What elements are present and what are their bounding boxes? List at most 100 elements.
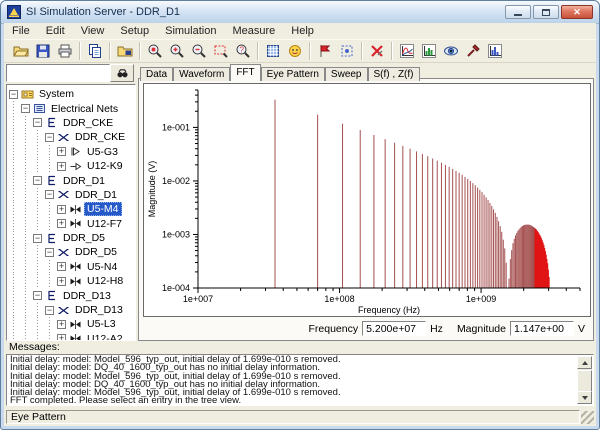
tree-item-u5-n4[interactable]: + U5-N4	[7, 260, 135, 274]
menu-help[interactable]: Help	[283, 23, 322, 39]
tree-item-label[interactable]: U12-H8	[84, 274, 126, 288]
menu-setup[interactable]: Setup	[112, 23, 157, 39]
tree-item-label[interactable]: U5-L3	[84, 317, 119, 331]
tree-item-u5-l3[interactable]: + U5-L3	[7, 317, 135, 331]
tree-item-label[interactable]: U5-G3	[84, 145, 121, 159]
collapse-toggle[interactable]: −	[45, 190, 54, 199]
abort-button[interactable]	[366, 40, 388, 62]
copy-button[interactable]	[84, 40, 106, 62]
print-button[interactable]	[54, 40, 76, 62]
collapse-toggle[interactable]: −	[33, 234, 42, 243]
board-button[interactable]	[262, 40, 284, 62]
tree-item-label[interactable]: DDR_CKE	[72, 130, 128, 144]
tree-item-u5-g3[interactable]: + U5-G3	[7, 145, 135, 159]
zoom-in-button[interactable]	[166, 40, 188, 62]
zoom-out-button[interactable]	[188, 40, 210, 62]
minimize-button[interactable]	[505, 5, 531, 19]
tab-waveform[interactable]: Waveform	[173, 67, 230, 81]
messages-scrollbar[interactable]	[577, 356, 592, 404]
title-bar[interactable]: SI Simulation Server - DDR_D1 ✕	[1, 1, 599, 24]
messages-box[interactable]: Initial delay: model: Model_596_typ_out,…	[6, 354, 594, 406]
collapse-toggle[interactable]: −	[45, 133, 54, 142]
tree-item-label[interactable]: U5-M4	[84, 202, 122, 216]
tree-item-label[interactable]: DDR_CKE	[60, 116, 116, 130]
eye-diagram-button[interactable]	[440, 40, 462, 62]
collapse-toggle[interactable]: −	[45, 248, 54, 257]
find-button[interactable]	[110, 64, 134, 82]
expand-toggle[interactable]: +	[57, 162, 66, 171]
tab-eye-pattern[interactable]: Eye Pattern	[261, 67, 325, 81]
tree-item-label[interactable]: U12-K9	[84, 159, 126, 173]
tab-s-f-z-f[interactable]: S(f) , Z(f)	[368, 67, 420, 81]
tree-item-system[interactable]: − System	[7, 87, 135, 101]
menu-measure[interactable]: Measure	[224, 23, 283, 39]
iterate-button[interactable]	[336, 40, 358, 62]
tree-item-ddr-d1[interactable]: − DDR_D1	[7, 173, 135, 187]
zoom-reset-button[interactable]	[144, 40, 166, 62]
export-button[interactable]	[114, 40, 136, 62]
expand-toggle[interactable]: +	[57, 262, 66, 271]
open-button[interactable]	[10, 40, 32, 62]
menu-view[interactable]: View	[73, 23, 113, 39]
expand-toggle[interactable]: +	[57, 219, 66, 228]
tree-item-ddr-d1[interactable]: − DDR_D1	[7, 188, 135, 202]
tree-item-ddr-d13[interactable]: − DDR_D13	[7, 303, 135, 317]
tree-item-label[interactable]: Electrical Nets	[48, 102, 121, 116]
probe-button[interactable]	[462, 40, 484, 62]
tree-item-u12-f7[interactable]: + U12-F7	[7, 217, 135, 231]
tree-item-label[interactable]: System	[36, 87, 77, 101]
expand-toggle[interactable]: +	[57, 205, 66, 214]
search-input[interactable]	[6, 64, 110, 82]
tree-item-label[interactable]: U12-F7	[84, 217, 125, 231]
tree-item-label[interactable]: U12-A2	[84, 332, 126, 341]
waveform-button[interactable]	[396, 40, 418, 62]
tree-item-electrical-nets[interactable]: − Electrical Nets	[7, 101, 135, 115]
expand-toggle[interactable]: +	[57, 334, 66, 341]
options-button[interactable]	[284, 40, 306, 62]
tree-item-ddr-d5[interactable]: − DDR_D5	[7, 245, 135, 259]
run-button[interactable]	[314, 40, 336, 62]
tree-item-u5-m4[interactable]: + U5-M4	[7, 202, 135, 216]
save-button[interactable]	[32, 40, 54, 62]
tree-item-u12-h8[interactable]: + U12-H8	[7, 274, 135, 288]
tree-item-u12-k9[interactable]: + U12-K9	[7, 159, 135, 173]
close-button[interactable]: ✕	[561, 5, 593, 19]
tree-item-label[interactable]: DDR_D5	[60, 231, 108, 245]
expand-toggle[interactable]: +	[57, 147, 66, 156]
tree-item-u12-a2[interactable]: + U12-A2	[7, 332, 135, 341]
collapse-toggle[interactable]: −	[33, 176, 42, 185]
scroll-down-button[interactable]	[577, 391, 592, 404]
menu-simulation[interactable]: Simulation	[157, 23, 224, 39]
chart-panel[interactable]: 1e+0071e+0081e+0091e-0011e-0021e-0031e-0…	[143, 83, 591, 317]
tree-item-label[interactable]: U5-N4	[84, 260, 120, 274]
tree-item-label[interactable]: DDR_D1	[60, 174, 108, 188]
collapse-toggle[interactable]: −	[33, 291, 42, 300]
copy-icon	[87, 43, 103, 59]
collapse-toggle[interactable]: −	[9, 90, 18, 99]
tree-item-label[interactable]: DDR_D5	[72, 245, 120, 259]
tree-item-ddr-cke[interactable]: − DDR_CKE	[7, 130, 135, 144]
tree-item-label[interactable]: DDR_D13	[60, 289, 114, 303]
results-button[interactable]	[484, 40, 506, 62]
tree-item-ddr-d13[interactable]: − DDR_D13	[7, 288, 135, 302]
collapse-toggle[interactable]: −	[21, 104, 30, 113]
scroll-up-button[interactable]	[577, 356, 592, 369]
tree-item-ddr-cke[interactable]: − DDR_CKE	[7, 116, 135, 130]
tab-data[interactable]: Data	[140, 67, 173, 81]
tab-sweep[interactable]: Sweep	[325, 67, 368, 81]
expand-toggle[interactable]: +	[57, 320, 66, 329]
zoom-window-button[interactable]	[210, 40, 232, 62]
resize-grip[interactable]	[581, 411, 594, 424]
maximize-button[interactable]	[533, 5, 559, 19]
tab-fft[interactable]: FFT	[230, 64, 260, 81]
expand-toggle[interactable]: +	[57, 277, 66, 286]
tree-item-ddr-d5[interactable]: − DDR_D5	[7, 231, 135, 245]
collapse-toggle[interactable]: −	[33, 118, 42, 127]
collapse-toggle[interactable]: −	[45, 306, 54, 315]
tree-item-label[interactable]: DDR_D1	[72, 188, 120, 202]
tree-item-label[interactable]: DDR_D13	[72, 303, 126, 317]
menu-file[interactable]: File	[4, 23, 38, 39]
menu-edit[interactable]: Edit	[38, 23, 73, 39]
histogram-button[interactable]	[418, 40, 440, 62]
zoom-cursor-button[interactable]: ?	[232, 40, 254, 62]
